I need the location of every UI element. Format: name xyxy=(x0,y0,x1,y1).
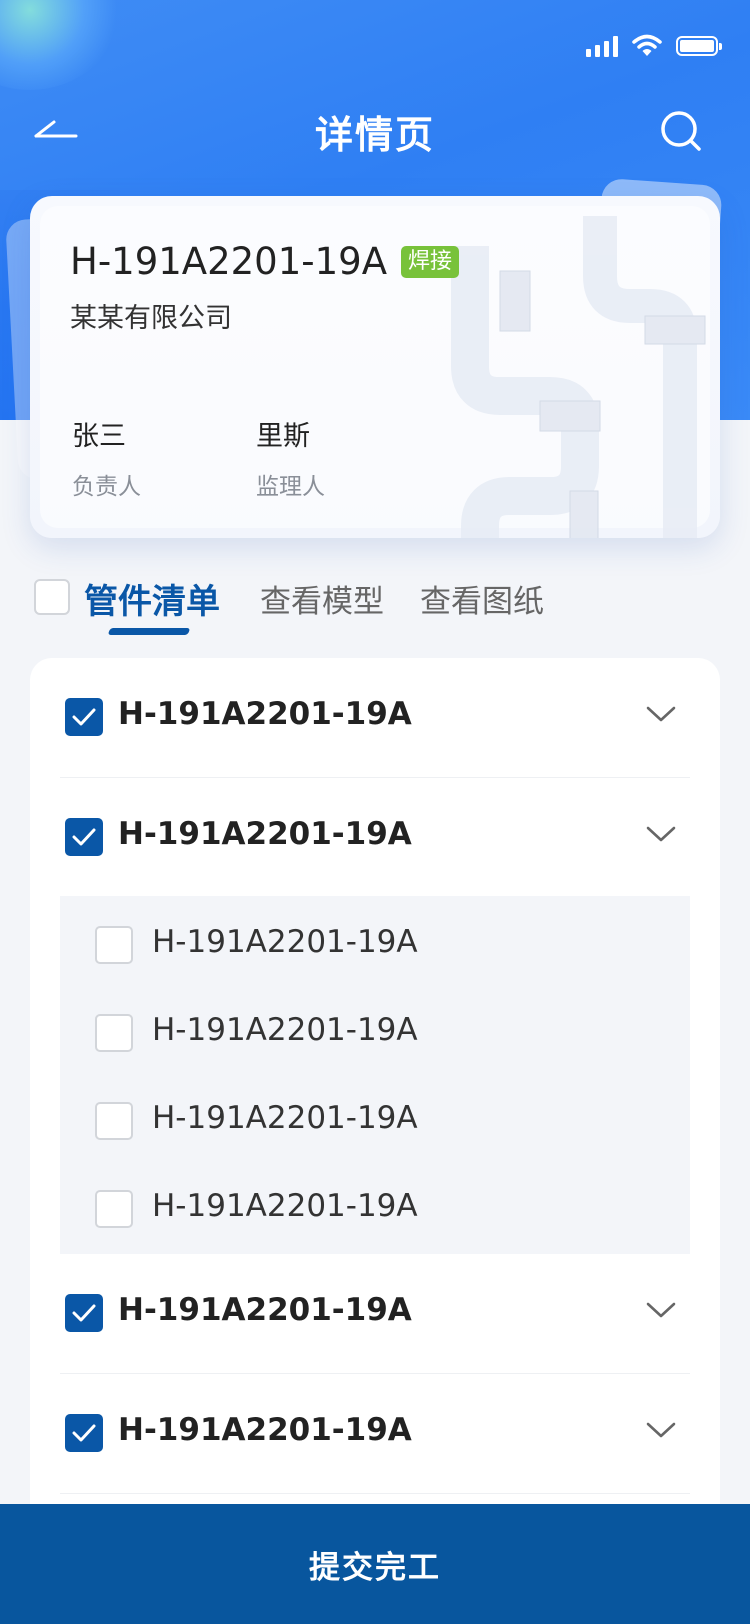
sub-item-group: H-191A2201-19A H-191A2201-19A H-191A2201… xyxy=(60,896,690,1254)
page-title: 详情页 xyxy=(314,113,435,157)
chevron-down-icon[interactable] xyxy=(646,1420,676,1440)
list-item-expanded[interactable]: H-191A2201-19A xyxy=(30,778,720,898)
sub-list-item[interactable]: H-191A2201-19A xyxy=(60,1166,690,1254)
person-supervisor: 里斯 监理人 xyxy=(256,414,325,501)
chevron-down-icon[interactable] xyxy=(646,1300,676,1320)
chevron-down-icon[interactable] xyxy=(646,824,676,844)
status-bar xyxy=(586,30,722,62)
divider xyxy=(60,1493,690,1494)
search-icon xyxy=(661,111,701,151)
checkbox-checked[interactable] xyxy=(65,818,103,856)
sub-item-label: H-191A2201-19A xyxy=(152,1100,418,1136)
person-role: 负责人 xyxy=(72,474,141,500)
project-info-card: H-191A2201-19A 焊接 某某有限公司 张三 负责人 里斯 监理人 xyxy=(30,196,720,538)
company-name: 某某有限公司 xyxy=(70,303,232,334)
navigation-bar: 详情页 xyxy=(0,100,750,164)
person-name: 张三 xyxy=(72,421,126,452)
pipe-code: H-191A2201-19A xyxy=(70,240,388,283)
checkbox-checked[interactable] xyxy=(65,1294,103,1332)
sub-list-item[interactable]: H-191A2201-19A xyxy=(60,990,690,1078)
checkbox-unchecked[interactable] xyxy=(95,1014,133,1052)
pipe-list: H-191A2201-19A H-191A2201-19A H-191A2201… xyxy=(30,658,720,1624)
checkmark-icon xyxy=(72,828,96,846)
sub-item-label: H-191A2201-19A xyxy=(152,924,418,960)
active-tab-indicator xyxy=(107,628,191,635)
list-item[interactable]: H-191A2201-19A xyxy=(30,1374,720,1494)
decorative-glow xyxy=(0,0,120,90)
sub-item-label: H-191A2201-19A xyxy=(152,1012,418,1048)
list-item-label: H-191A2201-19A xyxy=(118,1412,412,1448)
list-item-label: H-191A2201-19A xyxy=(118,696,412,732)
checkbox-checked[interactable] xyxy=(65,1414,103,1452)
person-role: 监理人 xyxy=(256,474,325,500)
checkbox-unchecked[interactable] xyxy=(95,1190,133,1228)
select-all-checkbox[interactable] xyxy=(34,579,70,615)
cellular-signal-icon xyxy=(586,35,618,57)
checkbox-checked[interactable] xyxy=(65,698,103,736)
list-item[interactable]: H-191A2201-19A xyxy=(30,658,720,778)
sub-item-label: H-191A2201-19A xyxy=(152,1188,418,1224)
checkbox-unchecked[interactable] xyxy=(95,926,133,964)
person-responsible: 张三 负责人 xyxy=(72,414,141,501)
sub-list-item[interactable]: H-191A2201-19A xyxy=(60,902,690,990)
battery-icon xyxy=(676,36,722,56)
tab-view-model[interactable]: 查看模型 xyxy=(260,576,384,621)
chevron-down-icon[interactable] xyxy=(646,704,676,724)
checkbox-unchecked[interactable] xyxy=(95,1102,133,1140)
sub-list-item[interactable]: H-191A2201-19A xyxy=(60,1078,690,1166)
checkmark-icon xyxy=(72,1424,96,1442)
tab-pipe-list[interactable]: 管件清单 xyxy=(84,574,220,623)
checkmark-icon xyxy=(72,1304,96,1322)
list-item-label: H-191A2201-19A xyxy=(118,1292,412,1328)
checkmark-icon xyxy=(72,708,96,726)
submit-complete-button[interactable]: 提交完工 xyxy=(0,1504,750,1624)
tab-view-drawing[interactable]: 查看图纸 xyxy=(420,576,544,621)
list-item[interactable]: H-191A2201-19A xyxy=(30,1254,720,1374)
wifi-icon xyxy=(632,34,662,56)
list-item-label: H-191A2201-19A xyxy=(118,816,412,852)
search-button[interactable] xyxy=(658,108,704,154)
card-header: H-191A2201-19A 焊接 xyxy=(70,240,460,283)
pipe-illustration xyxy=(451,216,706,538)
person-name: 里斯 xyxy=(256,421,310,452)
tab-bar: 管件清单 查看模型 查看图纸 xyxy=(34,576,734,642)
status-badge: 焊接 xyxy=(401,245,460,278)
